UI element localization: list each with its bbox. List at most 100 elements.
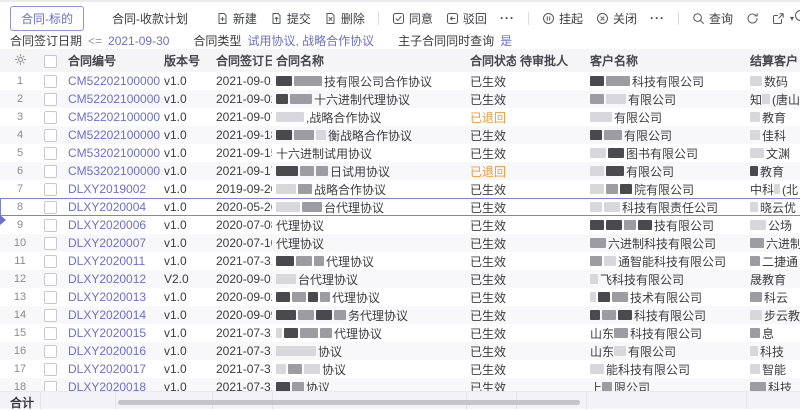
approver-cell — [516, 270, 586, 288]
horizontal-scrollbar[interactable] — [118, 400, 580, 405]
approver-cell — [516, 324, 586, 342]
table-row[interactable]: 1CM522021000001v1.02021-09-01技有限公司合作协议已生… — [0, 72, 800, 90]
row-checkbox[interactable] — [44, 327, 57, 340]
redaction-block — [276, 274, 296, 284]
row-checkbox[interactable] — [44, 165, 57, 178]
row-checkbox[interactable] — [44, 183, 57, 196]
table-row[interactable]: 3CM522021000003v1.02021-09-07,战略合作协议已退回有… — [0, 108, 800, 126]
row-checkbox[interactable] — [44, 93, 57, 106]
row-checkbox[interactable] — [44, 111, 57, 124]
row-checkbox[interactable] — [44, 201, 57, 214]
contract-name-cell: 代理协议 — [272, 216, 466, 234]
customer-cell: 有限公司 — [586, 90, 746, 108]
row-seq: 14 — [0, 306, 40, 324]
status-cell: 已生效 — [466, 126, 516, 144]
contract-no-link[interactable]: DLXY2020014 — [68, 308, 146, 322]
table-row[interactable]: 8DLXY2020004v1.02020-05-26台代理协议已生效科技有限责任… — [0, 198, 800, 216]
table-row[interactable]: 10DLXY2020007v1.02020-07-10代理协议已生效六进制科技有… — [0, 234, 800, 252]
contract-no-link[interactable]: CM522021000004 — [68, 128, 160, 142]
sign-date-cell: 2021-07-31 — [212, 252, 272, 270]
contract-no-link[interactable]: CM522021000001 — [68, 74, 160, 88]
table-row[interactable]: 5CM532021000001v1.02021-09-15十六进制试用协议已生效… — [0, 144, 800, 162]
row-checkbox[interactable] — [44, 129, 57, 142]
refresh-button[interactable] — [746, 12, 759, 25]
row-checkbox[interactable] — [44, 273, 57, 286]
close-button[interactable]: 关闭 — [596, 10, 637, 27]
table-row[interactable]: 14DLXY2020014v1.02020-09-09务代理协议已生效科技有限公… — [0, 306, 800, 324]
table-row[interactable]: 7DLXY2019002v1.02019-09-20战略合作协议已生效院有限公司… — [0, 180, 800, 198]
column-header: 合同编号 — [64, 49, 160, 72]
contract-no-link[interactable]: CM532021000001 — [68, 146, 160, 160]
contract-no-link[interactable]: CM522021000002 — [68, 92, 160, 106]
export-button[interactable]: ▾ — [772, 12, 794, 25]
row-seq: 7 — [0, 180, 40, 198]
contract-no-link[interactable]: DLXY2020013 — [68, 290, 146, 304]
contract-no-link[interactable]: DLXY2020011 — [68, 254, 145, 268]
table-row[interactable]: 17DLXY2020017v1.02021-07-31协议已生效能科技有限公司智… — [0, 360, 800, 378]
redaction-block — [606, 76, 630, 86]
select-all-checkbox[interactable] — [44, 55, 57, 68]
tab-contract-payment-plan[interactable]: 合同-收款计划 — [102, 7, 198, 30]
visible-text: 有限公司 — [624, 129, 672, 143]
row-checkbox[interactable] — [44, 75, 57, 88]
filter-value[interactable]: 是 — [500, 32, 512, 49]
visible-text: ,战略合作协议 — [306, 111, 381, 125]
contract-no-link[interactable]: DLXY2020016 — [68, 344, 146, 358]
contract-no-link[interactable]: DLXY2020017 — [68, 362, 146, 376]
table-row[interactable]: 4CM522021000004v1.02021-09-18衡战略合作协议已生效有… — [0, 126, 800, 144]
contract-no-link[interactable]: DLXY2020007 — [68, 236, 146, 250]
contract-no-link[interactable]: DLXY2020015 — [68, 326, 146, 340]
more-state-button[interactable]: ··· — [650, 11, 665, 25]
status-cell: 已退回 — [466, 162, 516, 180]
redaction-block — [276, 166, 298, 176]
contract-no-link[interactable]: DLXY2020012 — [68, 272, 146, 286]
agree-button[interactable]: 同意 — [392, 10, 433, 27]
contract-no-link[interactable]: DLXY2020004 — [68, 200, 146, 214]
row-checkbox[interactable] — [44, 309, 57, 322]
redaction-block — [316, 310, 332, 320]
redaction-block — [276, 184, 296, 194]
contract-no-link[interactable]: DLXY2019002 — [68, 182, 146, 196]
contract-no-link[interactable]: CM532021000002 — [68, 164, 160, 178]
submit-button[interactable]: 提交 — [270, 10, 311, 27]
column-settings-gear[interactable] — [0, 49, 40, 72]
suspend-button[interactable]: 挂起 — [542, 10, 583, 27]
contract-no-cell: CM522021000003 — [64, 108, 160, 126]
row-checkbox[interactable] — [44, 255, 57, 268]
table-row[interactable]: 12DLXY2020012V2.02020-09-01台代理协议已生效飞科技有限… — [0, 270, 800, 288]
redaction-block — [590, 112, 612, 122]
customer-cell: 飞科技有限公司 — [586, 270, 746, 288]
row-checkbox[interactable] — [44, 147, 57, 160]
table-row[interactable]: 9DLXY2020006v1.02020-07-08代理协议已生效技有限公司公场 — [0, 216, 800, 234]
row-checkbox[interactable] — [44, 345, 57, 358]
approver-cell — [516, 90, 586, 108]
table-row[interactable]: 11DLXY2020011v1.02021-07-31代理协议已生效通智能科技有… — [0, 252, 800, 270]
reject-button[interactable]: 驳回 — [446, 10, 487, 27]
total-label: 合计 — [10, 394, 34, 411]
new-button[interactable]: 新建 — [216, 10, 257, 27]
row-checkbox[interactable] — [44, 291, 57, 304]
delete-button[interactable]: 删除 — [324, 10, 365, 27]
redacted-text-prefix: 山东 — [590, 327, 614, 341]
filter-value[interactable]: 2021-09-30 — [108, 34, 169, 48]
sign-date-cell: 2020-07-08 — [212, 216, 272, 234]
tab-contract-subject[interactable]: 合同-标的 — [10, 6, 84, 31]
contract-no-link[interactable]: CM522021000003 — [68, 110, 160, 124]
table-row[interactable]: 6CM532021000002v1.02021-09-17日试用协议已退回有限公… — [0, 162, 800, 180]
query-button[interactable]: 查询 — [692, 10, 733, 27]
table-row[interactable]: 2CM522021000002v1.02021-09-02十六进制代理协议已生效… — [0, 90, 800, 108]
version-cell: v1.0 — [160, 90, 212, 108]
redaction-block — [276, 202, 300, 212]
filter-value[interactable]: 试用协议, 战略合作协议 — [247, 32, 374, 49]
more-approve-button[interactable]: ··· — [500, 11, 515, 25]
row-checkbox[interactable] — [44, 219, 57, 232]
edge-partial-icon[interactable] — [794, 9, 800, 25]
table-row[interactable]: 16DLXY2020016v1.02021-07-31协议已生效山东有限公司科技 — [0, 342, 800, 360]
table-row[interactable]: 13DLXY2020013v1.02020-09-02代理协议已生效技术有限公司… — [0, 288, 800, 306]
row-checkbox[interactable] — [44, 363, 57, 376]
status-cell: 已生效 — [466, 90, 516, 108]
contract-no-link[interactable]: DLXY2020006 — [68, 218, 146, 232]
toolbar-divider — [678, 12, 679, 25]
row-checkbox[interactable] — [44, 237, 57, 250]
table-row[interactable]: 15DLXY2020015v1.02021-07-31代理协议已生效山东科技有限… — [0, 324, 800, 342]
